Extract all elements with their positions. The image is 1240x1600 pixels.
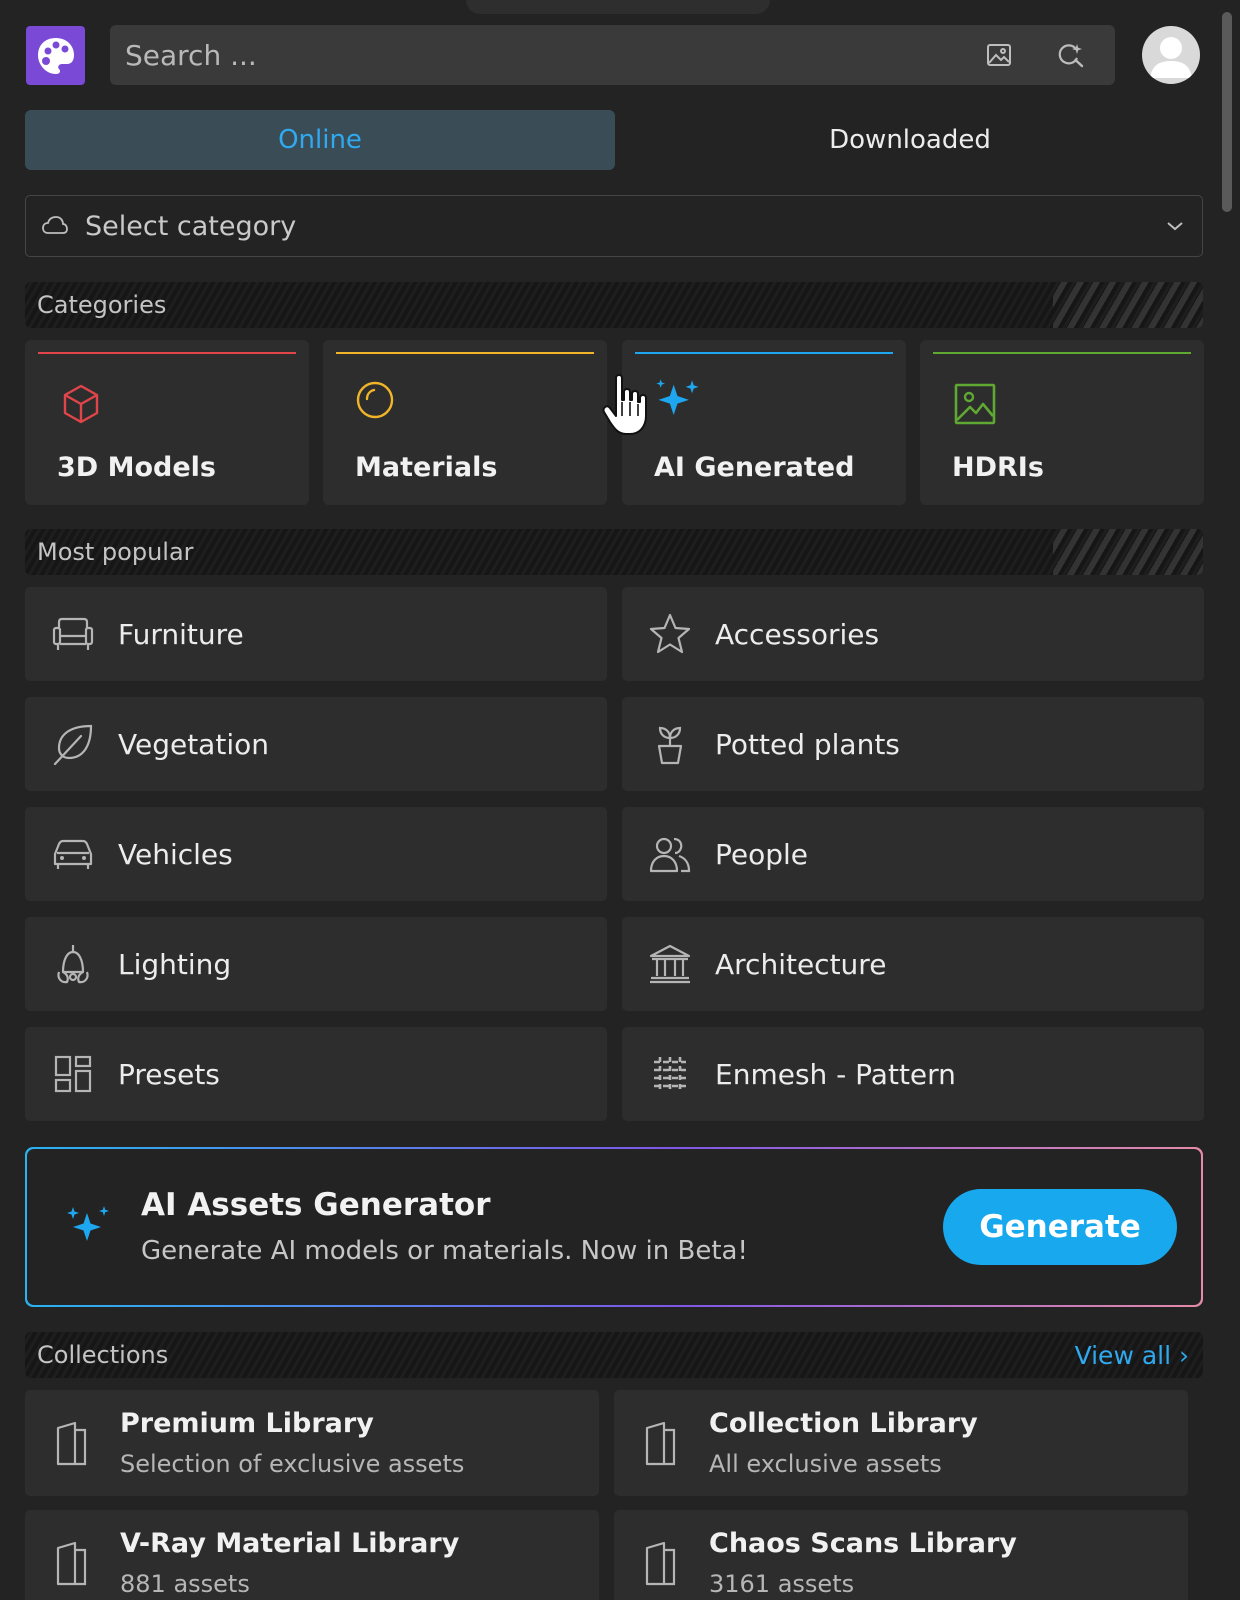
collection-card-vray-material-library[interactable]: V-Ray Material Library 881 assets	[25, 1510, 599, 1600]
collection-subtitle: All exclusive assets	[709, 1450, 942, 1478]
star-icon	[646, 610, 694, 658]
popular-item-vehicles[interactable]: Vehicles	[25, 807, 607, 901]
category-card-3d-models[interactable]: 3D Models	[25, 340, 309, 505]
book-icon	[56, 1421, 87, 1466]
chevron-down-icon	[1167, 222, 1183, 231]
section-title: Most popular	[37, 538, 194, 566]
collection-title: Chaos Scans Library	[709, 1528, 1017, 1559]
app-window: Online Downloaded Select category Catego…	[0, 0, 1240, 1600]
leaf-icon	[49, 720, 97, 768]
popular-item-potted-plants[interactable]: Potted plants	[622, 697, 1204, 791]
pattern-icon	[646, 1050, 694, 1098]
popular-item-label: Vegetation	[118, 727, 269, 761]
window-notch	[466, 0, 770, 14]
popular-item-furniture[interactable]: Furniture	[25, 587, 607, 681]
lamp-icon	[49, 940, 97, 988]
card-accent-bar	[336, 352, 594, 354]
sofa-icon	[49, 610, 97, 658]
category-card-hdris[interactable]: HDRIs	[920, 340, 1204, 505]
collection-title: V-Ray Material Library	[120, 1528, 460, 1559]
sparkles-icon	[656, 379, 699, 415]
image-search-button[interactable]	[977, 33, 1021, 77]
card-accent-bar	[933, 352, 1191, 354]
car-icon	[49, 830, 97, 878]
potted-plant-icon	[646, 720, 694, 768]
section-title: Collections	[37, 1341, 169, 1369]
search-input[interactable]	[110, 25, 977, 85]
category-select[interactable]: Select category	[25, 195, 1203, 257]
popular-item-label: Vehicles	[118, 837, 233, 871]
popular-item-label: Enmesh - Pattern	[715, 1057, 956, 1091]
collection-subtitle: 3161 assets	[709, 1570, 855, 1598]
section-decoration	[1053, 282, 1203, 328]
collection-title: Premium Library	[120, 1408, 374, 1439]
collection-subtitle: 881 assets	[120, 1570, 250, 1598]
category-label: HDRIs	[952, 452, 1044, 483]
collection-subtitle: Selection of exclusive assets	[120, 1450, 465, 1478]
app-logo[interactable]	[26, 26, 85, 85]
popular-item-architecture[interactable]: Architecture	[622, 917, 1204, 1011]
image-icon	[987, 44, 1011, 66]
section-header-categories: Categories	[25, 282, 1203, 328]
building-icon	[646, 940, 694, 988]
card-accent-bar	[635, 352, 893, 354]
collection-card-premium-library[interactable]: Premium Library Selection of exclusive a…	[25, 1390, 599, 1496]
view-all-link[interactable]: View all ›	[1075, 1341, 1189, 1370]
tab-downloaded[interactable]: Downloaded	[615, 110, 1205, 170]
popular-item-people[interactable]: People	[622, 807, 1204, 901]
section-header-collections: Collections View all ›	[25, 1332, 1203, 1378]
card-accent-bar	[38, 352, 296, 354]
sparkles-icon	[67, 1206, 109, 1241]
scrollbar[interactable]	[1222, 12, 1232, 212]
ai-search-button[interactable]	[1049, 33, 1093, 77]
user-icon	[1150, 37, 1192, 78]
category-label: Materials	[355, 452, 498, 483]
category-label: AI Generated	[654, 452, 855, 483]
sparkle-search-icon	[1058, 44, 1084, 68]
popular-item-label: Presets	[118, 1057, 220, 1091]
book-icon	[645, 1541, 676, 1586]
generate-button[interactable]: Generate	[943, 1189, 1177, 1265]
book-icon	[56, 1541, 87, 1586]
section-title: Categories	[37, 291, 167, 319]
palette-logo-icon	[37, 37, 74, 74]
search-bar	[110, 25, 1115, 85]
hand-cursor-icon	[602, 374, 647, 435]
cloud-icon	[42, 216, 68, 234]
book-icon	[645, 1421, 676, 1466]
popular-item-lighting[interactable]: Lighting	[25, 917, 607, 1011]
image-icon	[954, 383, 996, 425]
collection-card-chaos-scans-library[interactable]: Chaos Scans Library 3161 assets	[614, 1510, 1188, 1600]
popular-item-label: Furniture	[118, 617, 244, 651]
people-icon	[646, 830, 694, 878]
category-card-ai-generated[interactable]: AI Generated	[622, 340, 906, 505]
popular-item-label: Lighting	[118, 947, 232, 981]
collection-card-collection-library[interactable]: Collection Library All exclusive assets	[614, 1390, 1188, 1496]
category-label: 3D Models	[57, 452, 216, 483]
layout-icon	[49, 1050, 97, 1098]
popular-item-label: Accessories	[715, 617, 880, 651]
popular-item-accessories[interactable]: Accessories	[622, 587, 1204, 681]
popular-item-label: Potted plants	[715, 727, 900, 761]
section-decoration	[1053, 529, 1203, 575]
user-avatar[interactable]	[1142, 26, 1200, 84]
category-select-value: Select category	[85, 210, 297, 242]
section-header-most-popular: Most popular	[25, 529, 1203, 575]
collection-title: Collection Library	[709, 1408, 978, 1439]
cube-icon	[63, 384, 99, 424]
category-card-materials[interactable]: Materials	[323, 340, 607, 505]
banner-subtitle: Generate AI models or materials. Now in …	[141, 1236, 748, 1266]
banner-title: AI Assets Generator	[141, 1187, 491, 1223]
tab-online[interactable]: Online	[25, 110, 615, 170]
popular-item-label: Architecture	[715, 947, 887, 981]
ai-generator-banner: AI Assets Generator Generate AI models o…	[25, 1147, 1203, 1307]
popular-item-vegetation[interactable]: Vegetation	[25, 697, 607, 791]
popular-item-presets[interactable]: Presets	[25, 1027, 607, 1121]
sphere-icon	[356, 381, 394, 419]
popular-item-enmesh-pattern[interactable]: Enmesh - Pattern	[622, 1027, 1204, 1121]
popular-item-label: People	[715, 837, 809, 871]
